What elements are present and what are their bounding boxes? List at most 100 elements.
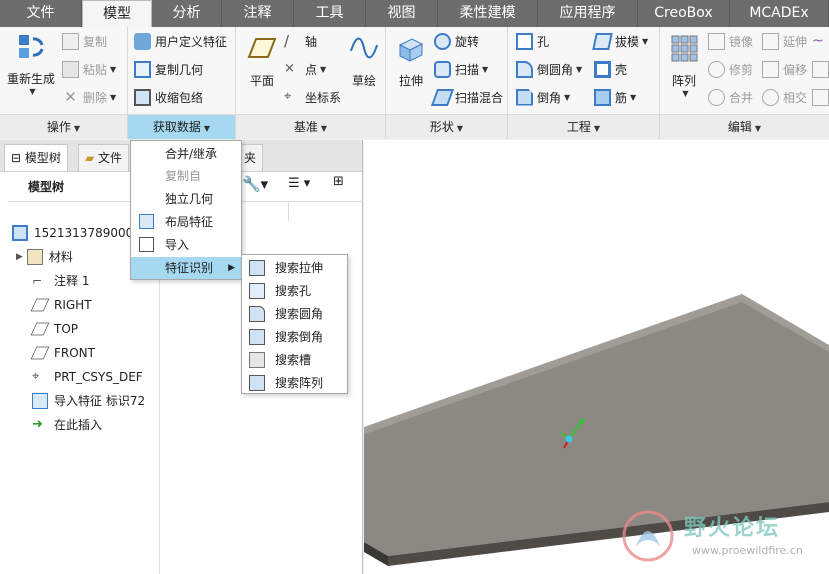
regenerate-dropdown-icon[interactable]: ▼ [7, 87, 58, 96]
pattern-icon [671, 35, 698, 62]
watermark-logo-icon [622, 510, 674, 562]
point-button[interactable]: × 点 ▼ [284, 58, 326, 80]
regenerate-button[interactable]: 重新生成 ▼ [4, 31, 58, 96]
intersect-button[interactable]: 相交 [762, 86, 807, 108]
tab-file[interactable]: 文件 [0, 0, 82, 27]
copy-geometry-button[interactable]: 复制几何 [134, 58, 203, 80]
tree-item-insert-here[interactable]: ➜ 在此插入 [32, 414, 102, 436]
group-title-get-data[interactable]: 获取数据 ▼ [128, 114, 235, 139]
more-icon-1[interactable] [812, 58, 829, 80]
swept-blend-button[interactable]: 扫描混合 [430, 86, 503, 108]
tab-view[interactable]: 视图 [366, 0, 438, 27]
offset-button[interactable]: 偏移 [762, 58, 807, 80]
copy-geometry-icon [134, 60, 151, 78]
pattern-dropdown-icon[interactable]: ▼ [667, 89, 704, 98]
search-pattern-icon [249, 375, 265, 391]
submenu-arrow-icon: ▶ [228, 263, 235, 273]
group-datum: 平面 / 轴 × 点 ▼ ⌖ 坐标系 草绘 基准 ▼ [236, 27, 386, 139]
tab-creobox[interactable]: CreoBox [638, 0, 730, 27]
menu-item-search-chamfer[interactable]: 搜索倒角 [242, 326, 347, 348]
menu-item-copy-from[interactable]: 复制自 [131, 165, 241, 187]
regenerate-icon [19, 35, 44, 58]
tree-item-import-feature[interactable]: 导入特征 标识72 [32, 390, 145, 412]
group-title-operations[interactable]: 操作 ▼ [0, 114, 127, 139]
paste-button[interactable]: 粘贴 ▼ [62, 58, 116, 80]
delete-button[interactable]: ✕ 删除 ▼ [62, 86, 116, 108]
tree-columns-icon[interactable]: ⊞ [333, 174, 344, 189]
tab-model[interactable]: 模型 [82, 0, 152, 27]
menu-item-search-hole[interactable]: 搜索孔 [242, 280, 347, 302]
rib-button[interactable]: 筋 ▼ [594, 86, 636, 108]
merge-button[interactable]: 合并 [708, 86, 753, 108]
axis-button[interactable]: / 轴 [284, 30, 317, 52]
sweep-icon [434, 60, 451, 78]
extend-button[interactable]: 延伸 [762, 30, 807, 52]
csys-icon: ⌖ [284, 88, 292, 104]
round-button[interactable]: 倒圆角 ▼ [516, 58, 582, 80]
csys-x-tip [579, 418, 585, 424]
shell-icon [594, 60, 611, 78]
revolve-button[interactable]: 旋转 [434, 30, 479, 52]
tree-item-root[interactable]: 1521313789000E [12, 222, 141, 244]
swept-blend-icon [430, 88, 455, 106]
menu-item-search-pattern[interactable]: 搜索阵列 [242, 372, 347, 394]
group-title-shape[interactable]: 形状 ▼ [386, 114, 507, 139]
tree-item-csys[interactable]: ⌖ PRT_CSYS_DEF [32, 366, 143, 388]
model-tree-icon: ⊟ [11, 151, 25, 165]
menu-item-independent-geometry[interactable]: 独立几何 [131, 188, 241, 210]
tab-flexible-modeling[interactable]: 柔性建模 [438, 0, 538, 27]
tree-settings-icon[interactable]: 🔧▾ [242, 175, 268, 193]
style-icon[interactable]: ~ [812, 30, 829, 52]
tab-file-browser[interactable]: ▰ 文件 [78, 144, 130, 171]
menu-item-feature-recognition[interactable]: 特征识别 ▶ [131, 257, 241, 279]
more-icon-2[interactable] [812, 86, 829, 108]
group-shape: 拉伸 旋转 扫描 ▼ 扫描混合 形状 ▼ [386, 27, 508, 139]
group-title-engineering[interactable]: 工程 ▼ [508, 114, 659, 139]
hole-button[interactable]: 孔 [516, 30, 549, 52]
sketch-icon [350, 37, 378, 59]
draft-button[interactable]: 拔模 ▼ [592, 30, 648, 52]
tree-item-right[interactable]: RIGHT [30, 294, 92, 316]
tab-applications[interactable]: 应用程序 [538, 0, 638, 27]
tab-model-tree[interactable]: ⊟ 模型树 [4, 144, 68, 171]
trim-button[interactable]: 修剪 [708, 58, 753, 80]
menu-item-import[interactable]: 导入 [131, 234, 241, 256]
revolve-icon [434, 32, 451, 50]
group-title-edit[interactable]: 编辑 ▼ [660, 114, 829, 139]
menu-item-search-round[interactable]: 搜索圆角 [242, 303, 347, 325]
shell-button[interactable]: 壳 [594, 58, 627, 80]
group-title-datum[interactable]: 基准 ▼ [236, 114, 385, 139]
menu-item-merge-inheritance[interactable]: 合并/继承 [131, 143, 241, 165]
group-get-data: 用户定义特征 复制几何 收缩包络 获取数据 ▼ [128, 27, 236, 139]
shrinkwrap-button[interactable]: 收缩包络 [134, 86, 203, 108]
offset-icon [762, 60, 779, 78]
chamfer-button[interactable]: 倒角 ▼ [516, 86, 570, 108]
menu-item-layout-feature[interactable]: 布局特征 [131, 211, 241, 233]
tree-filter-icon[interactable]: ☰ ▾ [288, 176, 310, 191]
tree-item-material[interactable]: ▶ 材料 [16, 246, 73, 268]
csys-button[interactable]: ⌖ 坐标系 [284, 86, 341, 108]
tab-analysis[interactable]: 分析 [152, 0, 222, 27]
extrude-button[interactable]: 拉伸 [392, 33, 430, 89]
expand-arrow-icon[interactable]: ▶ [16, 246, 23, 268]
menu-item-search-slot[interactable]: 搜索槽 [242, 349, 347, 371]
tab-annotate[interactable]: 注释 [222, 0, 294, 27]
extrude-icon [398, 38, 424, 62]
tree-item-front[interactable]: FRONT [30, 342, 95, 364]
sweep-button[interactable]: 扫描 ▼ [434, 58, 488, 80]
creo-window: 文件 模型 分析 注释 工具 视图 柔性建模 应用程序 CreoBox MCAD… [0, 0, 829, 574]
plane-button[interactable]: 平面 [242, 33, 282, 89]
copy-button[interactable]: 复制 [62, 30, 107, 52]
pattern-button[interactable]: 阵列 ▼ [664, 33, 704, 98]
udf-button[interactable]: 用户定义特征 [134, 30, 227, 52]
tab-mcadex[interactable]: MCADEx [730, 0, 829, 27]
graphics-viewport[interactable]: 野火论坛 www.proewildfire.cn [364, 140, 829, 574]
tab-tools[interactable]: 工具 [294, 0, 366, 27]
trim-icon [708, 60, 725, 78]
extend-icon [762, 32, 779, 50]
tree-item-top[interactable]: TOP [30, 318, 78, 340]
mirror-button[interactable]: 镜像 [708, 30, 753, 52]
sketch-button[interactable]: 草绘 [344, 33, 384, 89]
menu-item-search-extrude[interactable]: 搜索拉伸 [242, 257, 347, 279]
tree-item-annotation[interactable]: ⌐ 注释 1 [32, 270, 89, 292]
